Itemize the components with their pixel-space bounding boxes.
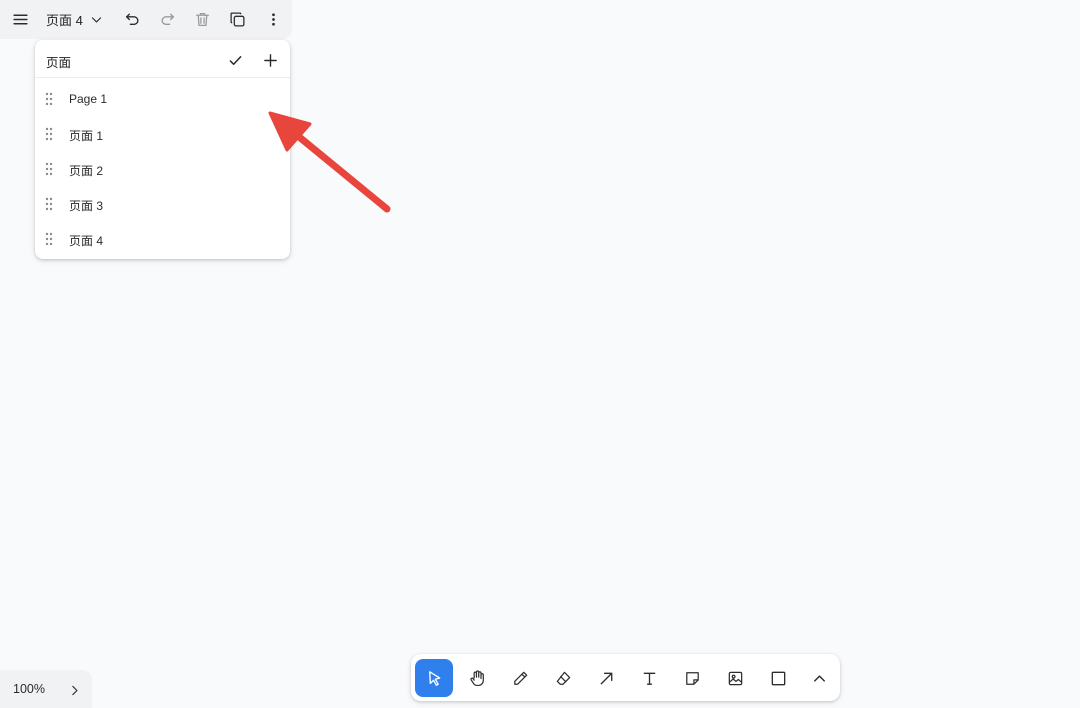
text-icon[interactable] xyxy=(630,659,668,697)
page-item-label: Page 1 xyxy=(69,92,108,106)
pages-menu-title: 页面 xyxy=(46,56,72,70)
page-list-item[interactable]: 页面 4 xyxy=(35,221,290,256)
chevron-up-icon[interactable] xyxy=(800,659,838,697)
arrow-icon[interactable] xyxy=(587,659,625,697)
undo-icon[interactable] xyxy=(117,4,147,34)
page-item-label: 页面 1 xyxy=(69,129,104,143)
chevron-down-icon xyxy=(91,16,102,23)
pages-menu: 页面 Page 1 页面 1 页面 2 页面 3 页面 4 xyxy=(35,40,290,259)
page-list-item[interactable]: 页面 1 xyxy=(35,116,290,151)
tool-bar xyxy=(411,654,840,701)
chevron-right-icon[interactable] xyxy=(64,680,84,700)
current-page-label: 页面 4 xyxy=(46,12,83,28)
page-item-label: 页面 3 xyxy=(69,199,104,213)
page-item-label: 页面 4 xyxy=(69,234,104,248)
drag-handle-icon[interactable] xyxy=(45,232,53,246)
rectangle-icon[interactable] xyxy=(759,659,797,697)
page-selector[interactable]: 页面 4 xyxy=(40,5,112,33)
image-icon[interactable] xyxy=(716,659,754,697)
page-list-item[interactable]: Page 1 xyxy=(35,81,290,116)
zoom-level[interactable]: 100% xyxy=(13,682,45,696)
drag-handle-icon[interactable] xyxy=(45,127,53,141)
drag-handle-icon[interactable] xyxy=(45,162,53,176)
menu-icon[interactable] xyxy=(5,4,35,34)
redo-icon[interactable] xyxy=(152,4,182,34)
trash-icon[interactable] xyxy=(187,4,217,34)
page-item-label: 页面 2 xyxy=(69,164,104,178)
hand-icon[interactable] xyxy=(458,659,496,697)
select-icon[interactable] xyxy=(415,659,453,697)
duplicate-icon[interactable] xyxy=(222,4,252,34)
drag-handle-icon[interactable] xyxy=(45,92,53,106)
zoom-panel: 100% xyxy=(0,670,92,708)
note-icon[interactable] xyxy=(673,659,711,697)
eraser-icon[interactable] xyxy=(544,659,582,697)
annotation-arrow xyxy=(268,111,391,213)
pencil-icon[interactable] xyxy=(501,659,539,697)
check-icon[interactable] xyxy=(224,49,246,71)
more-vertical-icon[interactable] xyxy=(258,4,288,34)
canvas[interactable]: 页面 4 页面 Page 1 页面 1 页面 2 页面 3 页面 4 100% xyxy=(0,0,1080,708)
pages-menu-header: 页面 xyxy=(35,40,290,78)
top-menu-bar: 页面 4 xyxy=(0,0,292,39)
page-list-item[interactable]: 页面 2 xyxy=(35,151,290,186)
page-list-item[interactable]: 页面 3 xyxy=(35,186,290,221)
plus-icon[interactable] xyxy=(259,49,281,71)
drag-handle-icon[interactable] xyxy=(45,197,53,211)
